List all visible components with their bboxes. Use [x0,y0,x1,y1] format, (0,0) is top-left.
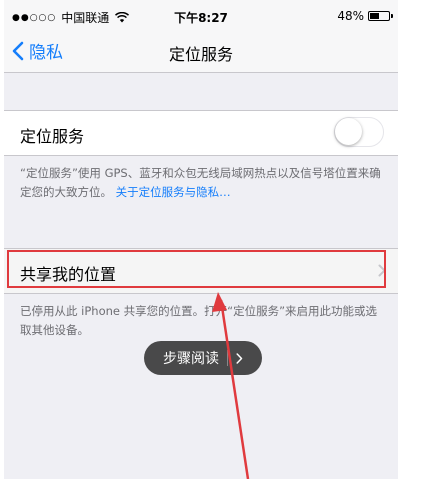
chevron-right-icon [378,264,386,277]
battery-icon [368,11,393,21]
step-reading-label: 步骤阅读 [163,351,219,367]
pill-divider [227,350,228,366]
nav-bar: 隐私 定位服务 [4,32,398,73]
page-title: 定位服务 [168,45,233,64]
share-my-location-row[interactable]: 共享我的位置 [4,248,398,294]
share-my-location-label: 共享我的位置 [20,265,117,284]
location-services-label: 定位服务 [20,127,85,146]
chevron-right-icon [236,352,243,364]
status-right: 48% [337,9,393,23]
step-reading-button[interactable]: 步骤阅读 [144,341,262,375]
location-services-toggle[interactable] [334,117,384,147]
battery-fill [370,13,379,19]
ios-screen: ●●○○○ 中国联通 下午8:27 48% 隐私 定位服务 定位服务 “定位服务… [4,0,398,479]
location-services-row: 定位服务 [4,110,398,156]
privacy-link[interactable]: 关于定位服务与隐私… [116,185,231,199]
toggle-knob [335,118,362,145]
share-location-footer: 已停用从此 iPhone 共享您的位置。打开“定位服务”来启用此功能或选取其他设… [20,304,378,337]
location-services-footer: “定位服务”使用 GPS、蓝牙和众包无线局域网热点以及信号塔位置来确定您的大致方… [20,164,386,202]
status-bar: ●●○○○ 中国联通 下午8:27 48% [4,0,398,32]
battery-percent: 48% [337,9,364,23]
